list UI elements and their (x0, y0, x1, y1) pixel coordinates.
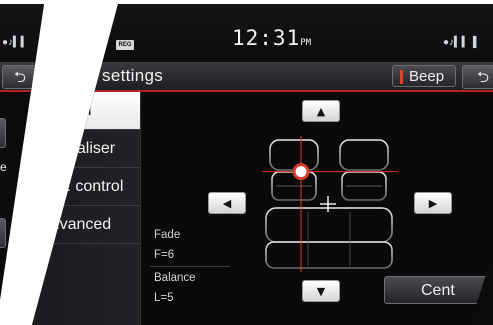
previous-panel-button[interactable] (0, 118, 6, 148)
clock-ampm: PM (300, 38, 312, 48)
previous-panel-button-2[interactable] (0, 218, 6, 248)
front-right-seat (339, 139, 389, 201)
photo-stage: ●♪▍▍ ⮌ e REG 12:31PM ●♪▍▍▐ ⮌ ound settin… (0, 0, 493, 325)
beep-indicator (400, 70, 403, 84)
menu-item-vol-control[interactable]: ol. control (32, 168, 140, 206)
sound-position-marker[interactable] (292, 163, 310, 181)
balance-value: L=5 (154, 292, 174, 304)
menu-item-label: ualiser (68, 140, 116, 157)
next-screen-back-button[interactable]: ⮌ (462, 65, 493, 89)
fade-rear-button[interactable]: ▼ (302, 280, 340, 302)
arrow-down-icon: ▼ (316, 285, 326, 298)
balance-left-button[interactable]: ◀ (208, 192, 246, 214)
previous-panel-text: e (0, 160, 7, 174)
car-seats-diagram[interactable] (262, 136, 398, 272)
fade-label: Fade (154, 229, 181, 241)
back-arrow-icon: ⮌ (476, 68, 489, 86)
menu-item-label: Advanced (40, 216, 112, 233)
clock: 12:31PM (232, 26, 311, 50)
previous-status-bar (0, 4, 44, 62)
reg-badge: REG (116, 40, 134, 50)
balance-right-button[interactable]: ▶ (414, 192, 452, 214)
info-divider (150, 266, 230, 267)
fade-front-button[interactable]: ▲ (302, 100, 340, 122)
back-arrow-icon: ⮌ (13, 68, 26, 86)
menu-item-advanced[interactable]: Advanced (32, 206, 140, 244)
arrow-right-icon: ▶ (428, 197, 438, 210)
center-button-label: Cent (421, 282, 455, 299)
arrow-left-icon: ◀ (222, 197, 232, 210)
rear-bench-seat (265, 207, 393, 269)
fade-value: F=6 (154, 249, 175, 261)
audio-screen: REG 12:31PM ●♪▍▍▐ ⮌ ound settings Beep ⮌… (32, 4, 493, 325)
beep-button[interactable]: Beep (392, 65, 456, 87)
menu-item-label: ition (62, 102, 92, 119)
clock-time: 12:31 (232, 26, 301, 50)
previous-back-button[interactable]: ⮌ (2, 65, 38, 89)
arrow-up-icon: ▲ (316, 105, 326, 118)
status-icons: ●♪▍▍▐ (443, 37, 477, 48)
center-button[interactable]: Cent (384, 276, 493, 304)
page-title: ound settings (58, 66, 164, 85)
beep-label: Beep (409, 68, 445, 85)
previous-status-icons: ●♪▍▍ (2, 37, 29, 48)
balance-label: Balance (154, 272, 196, 284)
menu-item-label: ol. control (54, 178, 124, 195)
